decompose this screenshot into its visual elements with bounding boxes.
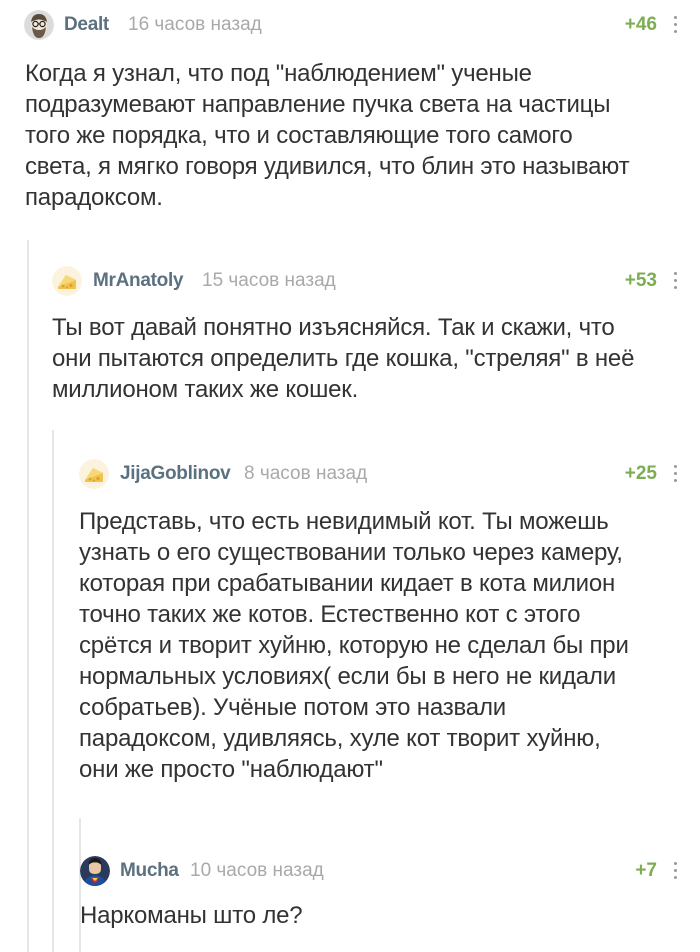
comment-text-line: того же порядка, что и составляющие того… — [25, 122, 573, 149]
comment-author[interactable]: Dealt — [64, 14, 109, 36]
comment-author[interactable]: JijaGoblinov — [120, 463, 231, 485]
comment-header: JijaGoblinov 8 часов назад +25 — [53, 454, 700, 494]
comment-time: 8 часов назад — [244, 463, 368, 484]
more-options-icon[interactable] — [672, 463, 680, 485]
comment-body: Когда я узнал, что под "наблюдением" уче… — [25, 58, 630, 213]
superman-avatar-icon[interactable] — [80, 856, 110, 886]
comment-time: 16 часов назад — [128, 14, 262, 35]
comment-text-line: парадоксом. — [25, 184, 163, 211]
comment-text-line: они же просто "наблюдают" — [79, 756, 383, 783]
comment-text-line: миллионом таких же кошек. — [52, 376, 359, 403]
cheese-avatar-icon[interactable] — [79, 459, 109, 489]
comment-text-line: Ты вот давай понятно изъясняйся. Так и с… — [52, 314, 615, 341]
comment-body: Ты вот давай понятно изъясняйся. Так и с… — [52, 312, 634, 405]
comment-text-line: Наркоманы што ле? — [80, 902, 303, 929]
more-options-icon[interactable] — [672, 270, 680, 292]
comment-author[interactable]: Mucha — [120, 860, 179, 882]
comment-text-line: собратьев). Учёные потом это назвали — [79, 694, 506, 721]
comment-text-line: подразумевают направление пучка света на… — [25, 91, 611, 118]
comment-text-line: нормальных условиях( если бы в него не к… — [79, 663, 616, 690]
comment-thread: { "comments": [ { "author": "Dealt", "ti… — [0, 0, 700, 952]
comment-text-line: они пытаются определить где кошка, "стре… — [52, 345, 635, 372]
cheese-avatar-icon[interactable] — [52, 266, 82, 296]
comment: JijaGoblinov 8 часов назад +25 Представь… — [53, 430, 700, 818]
comment-header: Dealt 16 часов назад +46 — [0, 0, 700, 40]
more-options-icon[interactable] — [672, 860, 680, 882]
comment-body: Наркоманы што ле? — [80, 900, 303, 931]
comment-rating: +7 — [635, 860, 657, 881]
comment-text-line: срётся и творит хуйню, которую не сделал… — [79, 632, 629, 659]
bearded-man-avatar-icon[interactable] — [24, 10, 54, 40]
comment-author[interactable]: MrAnatoly — [93, 270, 184, 292]
comment-text-line: точно таких же котов. Естественно кот с … — [79, 601, 581, 628]
comment-time: 15 часов назад — [202, 270, 336, 291]
more-options-icon[interactable] — [672, 14, 680, 36]
comment-header: Mucha 10 часов назад +7 — [80, 854, 700, 894]
comment-time: 10 часов назад — [190, 860, 324, 881]
comment-text-line: парадоксом, удивляясь, хуле кот творит х… — [79, 725, 601, 752]
comment-rating: +25 — [624, 463, 657, 484]
comment-text-line: которая при срабатывании кидает в кота м… — [79, 570, 616, 597]
comment: Dealt 16 часов назад +46 Когда я узнал, … — [0, 0, 700, 240]
comment-text-line: Представь, что есть невидимый кот. Ты мо… — [79, 508, 609, 535]
comment-text-line: узнать о его существовании только через … — [79, 539, 623, 566]
comment-body: Представь, что есть невидимый кот. Ты мо… — [79, 506, 629, 785]
comment-rating: +46 — [624, 14, 657, 35]
comment-rating: +53 — [624, 270, 657, 291]
comment-text-line: света, я мягко говоря удивился, что блин… — [25, 153, 630, 180]
comment: MrAnatoly 15 часов назад +53 Ты вот дава… — [28, 240, 700, 430]
comment-text-line: Когда я узнал, что под "наблюдением" уче… — [25, 60, 532, 87]
comment-header: MrAnatoly 15 часов назад +53 — [28, 258, 700, 298]
comment: Mucha 10 часов назад +7 Наркоманы што ле… — [80, 818, 700, 952]
